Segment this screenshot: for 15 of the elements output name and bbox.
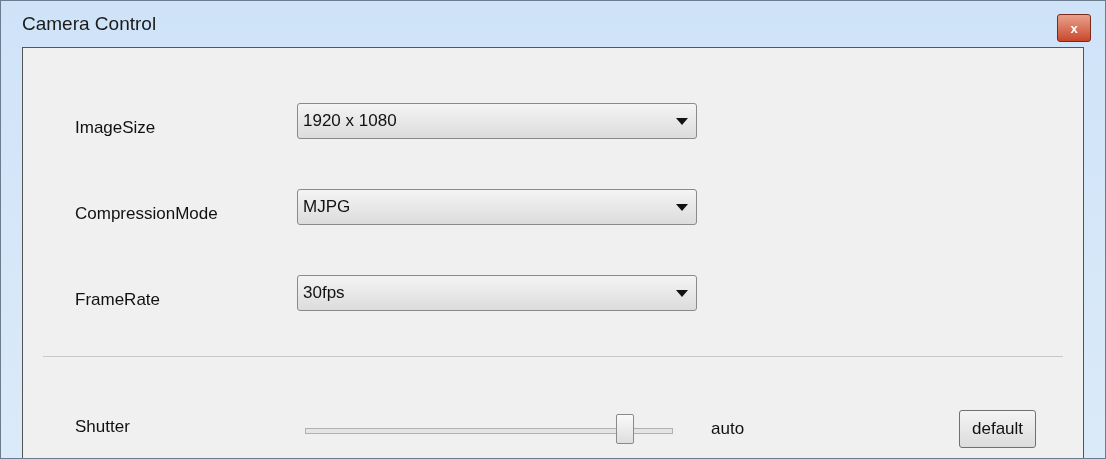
- dropdown-arrow-icon: [676, 117, 688, 125]
- slider-reading: auto: [711, 418, 746, 441]
- dropdown[interactable]: 1920 x 1080: [297, 103, 697, 139]
- slider-thumb[interactable]: [616, 414, 635, 444]
- setting-label: FrameRate: [75, 289, 162, 312]
- setting-label: CompressionMode: [75, 203, 219, 226]
- default-button[interactable]: default: [959, 410, 1037, 448]
- dropdown[interactable]: 30fps: [297, 275, 697, 311]
- dropdown-arrow-icon: [676, 203, 688, 211]
- window-title: Camera Control: [22, 11, 157, 36]
- dropdown[interactable]: MJPG: [297, 189, 697, 225]
- slider[interactable]: [305, 414, 673, 444]
- setting-label: ImageSize: [75, 117, 157, 140]
- dropdown-arrow-icon: [676, 289, 688, 297]
- slider-label: Shutter: [75, 416, 131, 439]
